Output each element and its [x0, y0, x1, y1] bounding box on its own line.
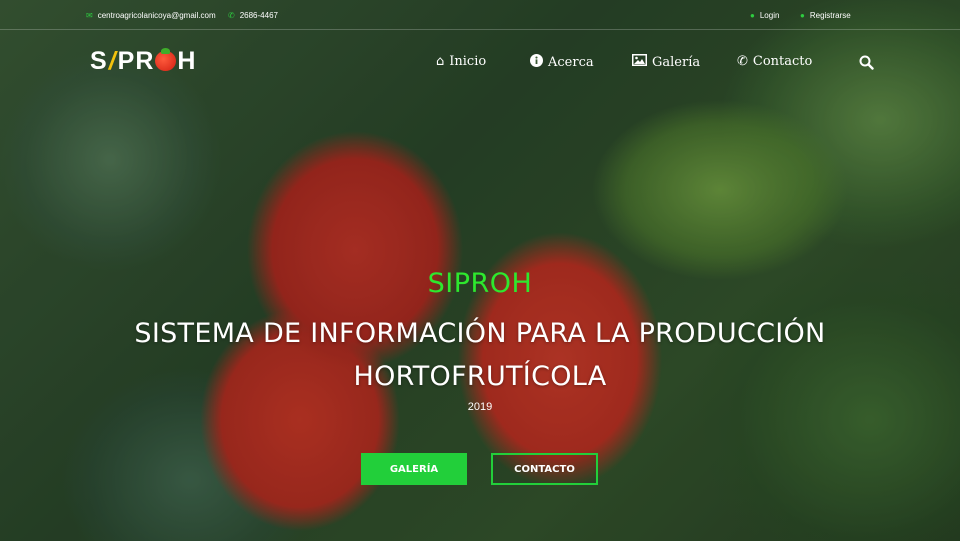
register-link[interactable]: ● Registrarse [800, 11, 851, 20]
galeria-button[interactable]: GALERÍA [361, 453, 467, 485]
nav-label: Acerca [548, 55, 594, 70]
login-link[interactable]: ● Login [750, 11, 779, 20]
hero-tagline: SIPROH [427, 268, 533, 299]
nav-label: Inicio [449, 54, 487, 69]
phone-contact[interactable]: ✆ 2686-4467 [228, 11, 278, 20]
nav-label: Contacto [752, 54, 813, 69]
phone-icon: ✆ [228, 10, 235, 20]
nav-item-acerca[interactable]: Acerca [530, 54, 594, 71]
email-contact[interactable]: ✉ centroagricolanicoya@gmail.com [86, 11, 216, 20]
hero-title-line-2: HORTOFRUTÍCOLA [353, 361, 607, 392]
hero-year: 2019 [467, 401, 493, 413]
main-nav: ⌂ Inicio Acerca Galería ✆ Contacto [0, 54, 960, 72]
nav-item-contacto[interactable]: ✆ Contacto [737, 54, 812, 69]
register-label: Registrarse [809, 11, 851, 20]
phone-icon: ✆ [737, 54, 748, 69]
user-icon: ● [750, 10, 755, 20]
nav-item-galeria[interactable]: Galería [632, 54, 700, 70]
home-icon: ⌂ [436, 54, 445, 69]
user-plus-icon: ● [800, 10, 805, 20]
nav-label: Galería [652, 54, 701, 70]
hero-title-line-1: SISTEMA DE INFORMACIÓN PARA LA PRODUCCIÓ… [134, 318, 826, 349]
envelope-icon: ✉ [86, 10, 93, 20]
email-text: centroagricolanicoya@gmail.com [97, 11, 216, 20]
phone-text: 2686-4467 [239, 11, 278, 20]
login-label: Login [759, 11, 780, 20]
hero-title: SISTEMA DE INFORMACIÓN PARA LA PRODUCCIÓ… [120, 312, 840, 398]
image-icon [632, 54, 647, 70]
search-icon[interactable] [859, 55, 874, 70]
info-icon [530, 54, 543, 71]
nav-item-inicio[interactable]: ⌂ Inicio [436, 54, 486, 69]
top-contact-bar: ✉ centroagricolanicoya@gmail.com ✆ 2686-… [0, 0, 960, 30]
contacto-button[interactable]: CONTACTO [491, 453, 598, 485]
